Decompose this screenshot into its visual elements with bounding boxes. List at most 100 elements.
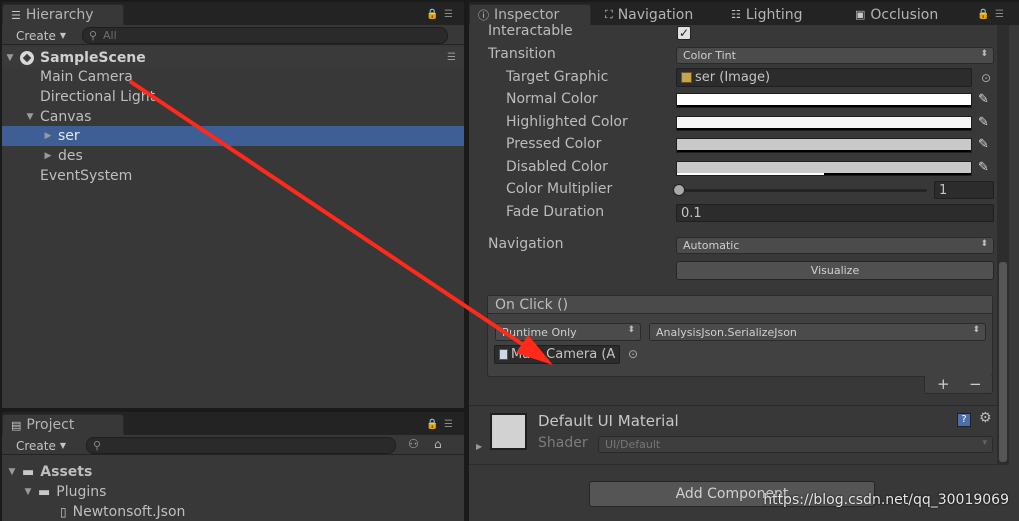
tab-lighting-label: Lighting — [745, 6, 803, 23]
highlighted-color-swatch[interactable] — [676, 116, 972, 131]
info-icon: ⓘ — [478, 9, 489, 22]
visualize-button[interactable]: Visualize — [676, 261, 994, 280]
hierarchy-item-label: Canvas — [40, 109, 92, 125]
add-listener-button[interactable]: + — [937, 375, 950, 393]
target-graphic-label: Target Graphic — [506, 69, 609, 85]
shader-value: UI/Default — [605, 438, 661, 451]
tab-lighting[interactable]: ☷ Lighting — [723, 4, 810, 25]
collapse-triangle-icon[interactable]: ▶ — [42, 131, 54, 141]
tab-inspector[interactable]: ⓘ Inspector — [469, 4, 591, 25]
tab-navigation[interactable]: ⛶ Navigation — [597, 4, 701, 25]
color-multiplier-slider-track[interactable] — [679, 189, 927, 192]
onclick-footer: + − — [924, 375, 993, 394]
inspector-scrollbar[interactable] — [997, 25, 1009, 465]
create-button[interactable]: Create ▼ — [10, 437, 72, 454]
help-book-icon[interactable]: ? — [957, 413, 971, 427]
transition-value: Color Tint — [683, 49, 736, 62]
function-dropdown[interactable]: AnalysisJson.SerializeJson ⬍ — [649, 323, 986, 341]
expand-triangle-icon[interactable]: ▼ — [22, 487, 34, 497]
color-multiplier-label: Color Multiplier — [506, 181, 613, 197]
dropdown-arrow-icon: ▾ — [982, 438, 987, 448]
expand-triangle-icon[interactable]: ▼ — [4, 53, 16, 63]
expand-triangle-icon[interactable]: ▼ — [24, 112, 36, 122]
hierarchy-item-eventsystem[interactable]: EventSystem — [2, 166, 464, 186]
interactable-checkbox[interactable]: ✓ — [677, 26, 691, 40]
create-button[interactable]: Create ▼ — [10, 27, 72, 44]
panel-menu-icon[interactable]: ☰ — [444, 9, 453, 20]
list-icon: ☰ — [11, 8, 21, 22]
shader-dropdown[interactable]: UI/Default ▾ — [598, 436, 993, 453]
unity-scene-icon — [20, 50, 34, 65]
filter-by-type-icon[interactable]: ⚇ — [408, 437, 419, 451]
disabled-color-label: Disabled Color — [506, 159, 608, 175]
hierarchy-item-label: Directional Light — [40, 89, 156, 105]
expand-triangle-icon[interactable]: ▼ — [6, 467, 18, 477]
image-icon — [681, 72, 692, 83]
eyedropper-icon[interactable]: ✎ — [978, 138, 992, 152]
hierarchy-item-ser[interactable]: ▶ ser — [2, 126, 464, 146]
settings-gear-icon[interactable]: ⚙ — [979, 410, 992, 426]
hierarchy-item-label: EventSystem — [40, 168, 133, 184]
chevron-down-icon: ▼ — [59, 441, 67, 450]
transition-dropdown[interactable]: Color Tint ⬍ — [676, 47, 994, 64]
tab-occlusion[interactable]: ▣ Occlusion — [847, 4, 946, 25]
eyedropper-icon[interactable]: ✎ — [978, 161, 992, 175]
color-multiplier-input[interactable]: 1 — [934, 181, 994, 199]
runtime-value: Runtime Only — [502, 325, 577, 339]
project-item-label: Plugins — [56, 484, 107, 500]
color-multiplier-value: 1 — [939, 182, 948, 198]
lock-icon[interactable]: 🔒 — [426, 419, 438, 430]
eyedropper-icon[interactable]: ✎ — [978, 93, 992, 107]
hierarchy-toolbar: Create ▼ ⚲ All — [2, 25, 464, 45]
tab-project[interactable]: ▤ Project — [2, 414, 124, 435]
material-foldout-icon[interactable]: ▶ — [476, 442, 482, 451]
eyedropper-icon[interactable]: ✎ — [978, 116, 992, 130]
panel-menu-icon[interactable]: ☰ — [444, 419, 453, 430]
project-item-plugins[interactable]: ▼ ▬ Plugins — [2, 482, 464, 502]
lock-icon[interactable]: 🔒 — [977, 9, 989, 20]
project-toolbar: Create ▼ ⚲ ⚇ ⌂ — [2, 435, 464, 455]
normal-color-swatch[interactable] — [676, 93, 972, 108]
hierarchy-item-directional-light[interactable]: Directional Light — [2, 87, 464, 107]
search-placeholder: All — [103, 29, 117, 42]
scrollbar-thumb[interactable] — [999, 262, 1007, 462]
collapse-triangle-icon[interactable]: ▶ — [42, 151, 54, 161]
color-multiplier-slider-thumb[interactable] — [673, 184, 685, 196]
target-graphic-field[interactable]: ser (Image) — [676, 68, 972, 87]
hierarchy-item-label: ser — [58, 128, 80, 144]
tab-hierarchy[interactable]: ☰ Hierarchy — [2, 4, 124, 25]
object-picker-icon[interactable]: ⊙ — [628, 347, 638, 361]
navigation-dropdown[interactable]: Automatic ⬍ — [676, 237, 994, 254]
project-item-newtonsoft[interactable]: ▯ Newtonsoft.Json — [2, 502, 464, 521]
hierarchy-item-main-camera[interactable]: Main Camera — [2, 67, 464, 87]
project-panel: ▤ Project 🔒 ☰ Create ▼ ⚲ ⚇ ⌂ ▼ ▬ Assets … — [2, 412, 464, 521]
alpha-bar — [677, 128, 971, 130]
panel-menu-icon[interactable]: ☰ — [995, 9, 1004, 20]
remove-listener-button[interactable]: − — [969, 375, 982, 393]
project-item-assets[interactable]: ▼ ▬ Assets — [2, 462, 464, 482]
normal-color-label: Normal Color — [506, 91, 598, 107]
project-tabbar: ▤ Project 🔒 ☰ — [2, 412, 464, 435]
object-picker-icon[interactable]: ⊙ — [981, 71, 991, 85]
project-search-input[interactable]: ⚲ — [86, 437, 396, 454]
hierarchy-item-des[interactable]: ▶ des — [2, 146, 464, 166]
filter-by-label-icon[interactable]: ⌂ — [434, 437, 442, 451]
project-item-label: Newtonsoft.Json — [72, 504, 186, 520]
tab-project-label: Project — [26, 417, 75, 433]
target-graphic-value: ser (Image) — [695, 70, 771, 85]
fade-duration-input[interactable]: 0.1 — [676, 204, 994, 222]
hierarchy-search-input[interactable]: ⚲ All — [82, 27, 448, 44]
scene-menu-icon[interactable]: ☰ — [447, 52, 456, 63]
material-thumbnail[interactable] — [490, 413, 527, 450]
disabled-color-swatch[interactable] — [676, 161, 972, 176]
hierarchy-item-canvas[interactable]: ▼ Canvas — [2, 107, 464, 127]
onclick-object-field[interactable]: Main Camera (A — [494, 345, 620, 364]
lock-icon[interactable]: 🔒 — [426, 9, 438, 20]
folder-icon: ▬ — [38, 484, 51, 500]
runtime-dropdown[interactable]: Runtime Only ⬍ — [495, 323, 641, 341]
scene-row[interactable]: ▼ SampleScene ☰ — [2, 47, 464, 68]
dropdown-arrows-icon: ⬍ — [980, 49, 988, 59]
dropdown-arrows-icon: ⬍ — [972, 325, 980, 335]
script-icon — [499, 349, 508, 360]
pressed-color-swatch[interactable] — [676, 138, 972, 153]
